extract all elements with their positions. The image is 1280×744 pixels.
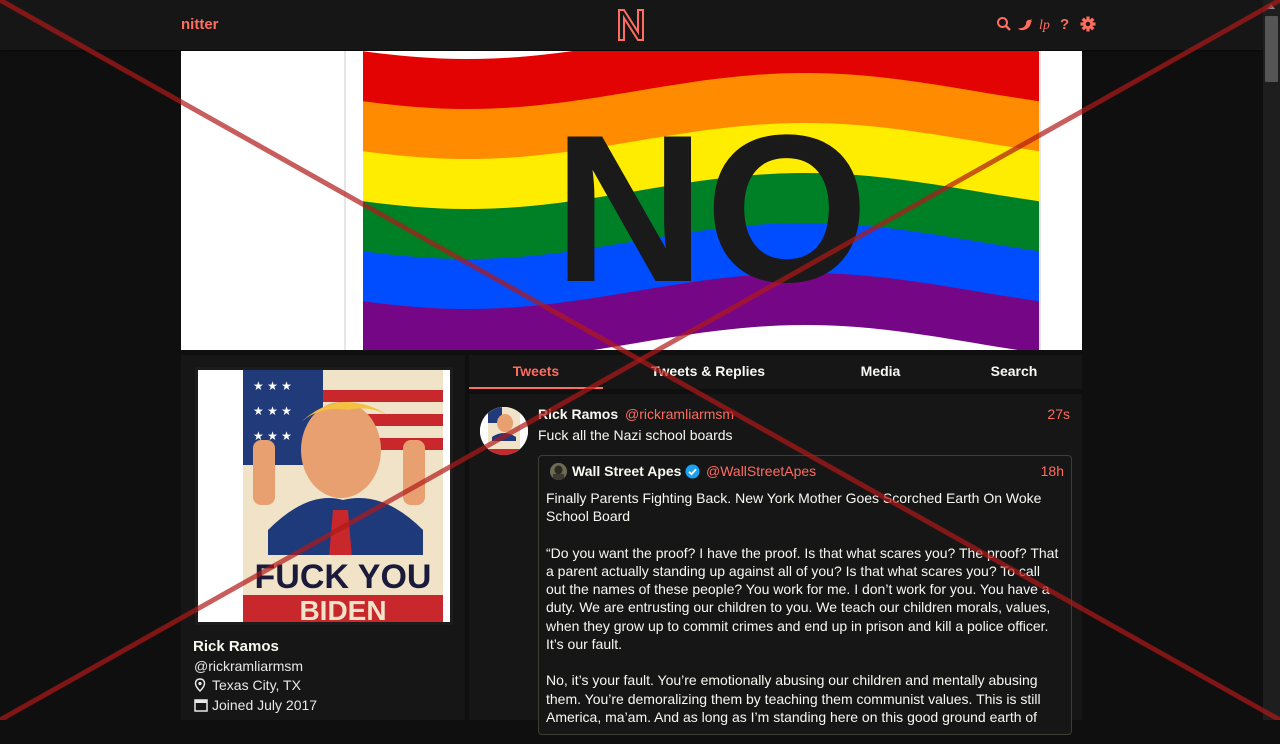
svg-text:★ ★ ★: ★ ★ ★ [253,404,292,418]
nav-icons: lp ? [996,15,1096,33]
avatar-caption-1: FUCK YOU [255,558,432,596]
tab-media[interactable]: Media [839,355,922,389]
tweet-timestamp[interactable]: 27s [1030,406,1070,422]
quote-author-name[interactable]: Wall Street Apes [572,463,681,479]
tab-tweets-replies[interactable]: Tweets & Replies [633,355,783,389]
quote-author-handle[interactable]: @WallStreetApes [706,463,816,479]
quote-avatar[interactable] [550,463,567,480]
avatar-caption-2: BIDEN [299,595,386,622]
scroll-up-arrow-icon[interactable] [1267,4,1275,9]
quote-paragraph: Finally Parents Fighting Back. New York … [546,490,1042,525]
tab-tweets[interactable]: Tweets [469,355,603,389]
brand-link[interactable]: nitter [181,16,219,33]
svg-text:?: ? [1060,16,1069,33]
location-text: Texas City, TX [212,677,301,693]
profile-location: Texas City, TX [194,677,301,693]
tab-search[interactable]: Search [976,355,1052,389]
tweet-author-name[interactable]: Rick Ramos [538,406,618,422]
profile-joined: Joined July 2017 [194,697,317,713]
profile-tabs: Tweets Tweets & Replies Media Search [469,355,1082,389]
nitter-logo-icon[interactable] [617,8,645,42]
avatar-image: ★ ★ ★★ ★ ★★ ★ ★ FUCK YOU BIDEN [198,370,450,622]
tweet-author-handle[interactable]: @rickramliarmsm [625,406,734,422]
profile-name[interactable]: Rick Ramos [193,638,279,655]
lp-icon[interactable]: lp [1038,15,1054,33]
scrollbar[interactable] [1263,0,1280,720]
quote-avatar-image [550,463,567,480]
quote-paragraph: No, it’s your fault. You’re emotionally … [546,672,1041,725]
profile-avatar[interactable]: ★ ★ ★ ★ ★ ★ ★ ★ ★ FUCK YOU BIDEN [195,367,453,625]
location-pin-icon [194,678,206,692]
calendar-icon [194,699,208,712]
quote-timestamp[interactable]: 18h [1024,463,1064,479]
twitter-icon[interactable] [1017,15,1033,33]
navbar: nitter lp ? [0,0,1263,50]
profile-handle[interactable]: @rickramliarmsm [194,658,303,674]
tweet-text: Fuck all the Nazi school boards [538,427,733,443]
svg-text:lp: lp [1039,18,1050,33]
svg-text:★ ★ ★: ★ ★ ★ [253,379,292,393]
quote-text: Finally Parents Fighting Back. New York … [546,489,1060,744]
quote-paragraph: “Do you want the proof? I have the proof… [546,544,1059,653]
profile-banner[interactable]: NO [181,51,1082,350]
scroll-thumb[interactable] [1265,16,1278,82]
tweet-avatar-image [480,407,528,455]
banner-text: NO [554,91,869,326]
verified-badge-icon [685,464,700,479]
tweet-avatar[interactable] [480,407,528,455]
joined-text: Joined July 2017 [212,697,318,713]
search-icon[interactable] [996,15,1012,33]
banner-image: NO [181,51,1082,350]
gear-icon[interactable] [1080,15,1096,33]
help-icon[interactable]: ? [1059,15,1075,33]
